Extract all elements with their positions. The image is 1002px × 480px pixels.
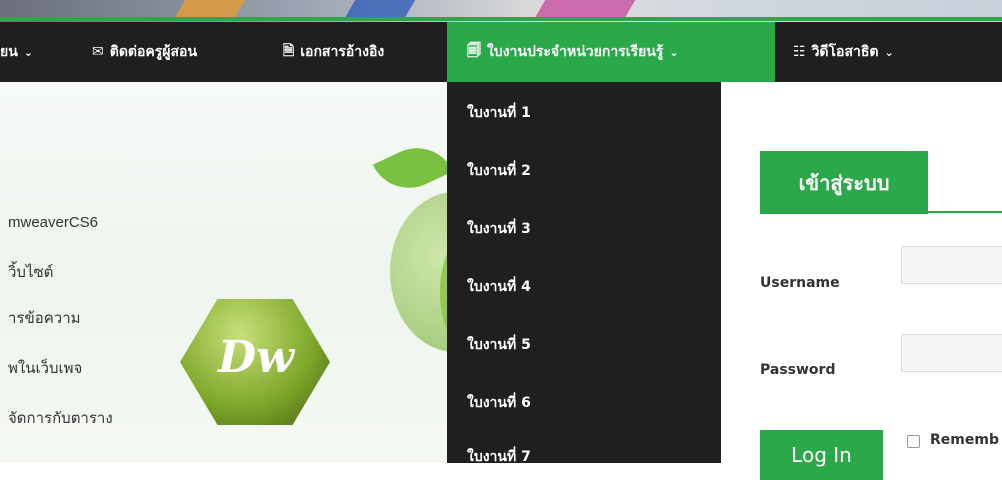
nav-item-label: วิดีโอสาธิต [811, 44, 879, 60]
nav-item-contact-teacher[interactable]: ✉ ติดต่อครูผู้สอน [92, 22, 197, 82]
top-banner-strip [0, 0, 1002, 22]
login-tab[interactable]: เข้าสู่ระบบ [760, 151, 928, 214]
remember-label: Rememb [930, 432, 999, 448]
dreamweaver-logo: Dw [180, 299, 330, 425]
banner-accent-line [0, 17, 1002, 21]
nav-item-lessons[interactable]: ยน ⌄ [0, 22, 33, 82]
dropdown-item-worksheet-6[interactable]: ใบงานที่ 6 [467, 392, 531, 414]
username-label: Username [760, 275, 840, 291]
sitemap-icon: ☷ [793, 44, 806, 60]
dropdown-item-worksheet-2[interactable]: ใบงานที่ 2 [467, 160, 531, 182]
logo-text: Dw [218, 332, 295, 383]
dropdown-item-worksheet-5[interactable]: ใบงานที่ 5 [467, 334, 531, 356]
nav-item-worksheets[interactable]: 🗐 ใบงานประจำหน่วยการเรียนรู้ ⌄ [447, 22, 775, 82]
login-button[interactable]: Log In [760, 430, 883, 480]
username-field[interactable] [901, 246, 1002, 284]
leaf-decoration [372, 135, 454, 201]
hero-text-line: mweaverCS6 [8, 214, 99, 231]
nav-item-references[interactable]: 🗎 เอกสารอ้างอิง [283, 22, 384, 82]
envelope-icon: ✉ [92, 44, 104, 60]
dropdown-item-worksheet-4[interactable]: ใบงานที่ 4 [467, 276, 531, 298]
chevron-down-icon: ⌄ [669, 45, 679, 59]
worksheet-icon: 🗐 [467, 43, 481, 59]
nav-item-demo-videos[interactable]: ☷ วิดีโอสาธิต ⌄ [793, 22, 894, 82]
banner-swoosh-orange [174, 0, 246, 18]
banner-swoosh-blue [344, 0, 416, 18]
hero-text-line: จัดการกับตาราง [8, 410, 113, 427]
nav-item-label: เอกสารอ้างอิง [300, 44, 385, 60]
nav-item-label: ยน [0, 44, 18, 60]
hero-text-line: พในเว็บเพจ [8, 360, 83, 377]
login-tab-underline [928, 211, 1002, 213]
dropdown-item-worksheet-7[interactable]: ใบงานที่ 7 [467, 446, 531, 468]
nav-item-label: ติดต่อครูผู้สอน [109, 44, 198, 60]
document-icon: 🗎 [283, 43, 295, 59]
chevron-down-icon: ⌄ [23, 45, 33, 59]
hero-text-line: วิ้บไซต์ [8, 264, 54, 281]
chevron-down-icon: ⌄ [884, 45, 894, 59]
nav-item-label: ใบงานประจำหน่วยการเรียนรู้ [487, 44, 664, 60]
hero-text-line: ารข้อความ [8, 310, 81, 327]
dropdown-item-worksheet-3[interactable]: ใบงานที่ 3 [467, 218, 531, 240]
password-label: Password [760, 362, 836, 378]
dropdown-item-worksheet-1[interactable]: ใบงานที่ 1 [467, 102, 531, 124]
hero-banner: mweaverCS6 วิ้บไซต์ ารข้อความ พในเว็บเพจ… [0, 82, 470, 463]
password-field[interactable] [901, 334, 1002, 372]
main-navbar: ยน ⌄ ✉ ติดต่อครูผู้สอน 🗎 เอกสารอ้างอิง 🗐… [0, 22, 1002, 82]
banner-swoosh-pink [534, 0, 636, 18]
worksheets-dropdown-menu: ใบงานที่ 1 ใบงานที่ 2 ใบงานที่ 3 ใบงานที… [447, 82, 721, 465]
remember-checkbox[interactable] [907, 435, 920, 448]
